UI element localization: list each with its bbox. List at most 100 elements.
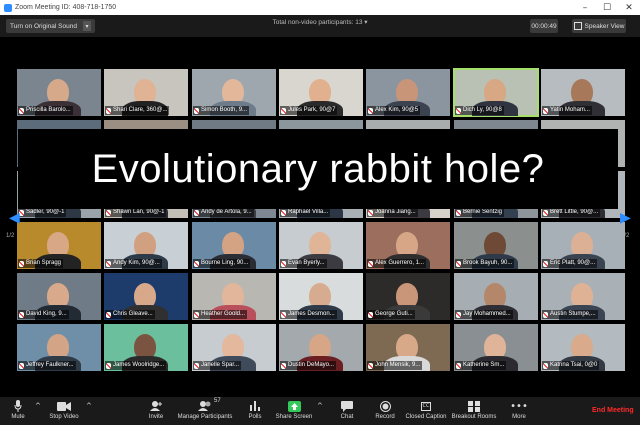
- maximize-button[interactable]: ☐: [596, 0, 618, 15]
- end-meeting-button[interactable]: End Meeting: [592, 407, 634, 414]
- record-icon: [379, 399, 391, 413]
- participant-name-text: Priscilla Barolo...: [26, 107, 71, 113]
- participant-name-text: Austin Stumpe,...: [550, 311, 596, 317]
- close-button[interactable]: ✕: [618, 0, 640, 15]
- participant-tile[interactable]: Austin Stumpe,...: [541, 273, 625, 320]
- more-dots-icon: •••: [510, 400, 528, 412]
- participant-tile[interactable]: David King, 9...: [17, 273, 101, 320]
- chat-bubble-icon: [341, 399, 353, 413]
- participant-name-label: David King, 9...: [18, 310, 69, 319]
- participant-tile[interactable]: Alex Guerrero, 1...: [366, 222, 450, 269]
- polls-button[interactable]: Polls: [246, 397, 264, 425]
- participant-tile[interactable]: John Mensik, 9...: [366, 324, 450, 371]
- participant-name-label: Andy Kim, 90@...: [105, 259, 162, 268]
- participant-tile[interactable]: Katrina Tsai, 0@0: [541, 324, 625, 371]
- muted-mic-icon: [456, 107, 461, 114]
- muted-mic-icon: [368, 260, 373, 267]
- chevron-down-icon: ▾: [364, 19, 368, 26]
- polls-label: Polls: [248, 414, 262, 420]
- participant-name-label: Bourne Ling, 90...: [193, 259, 251, 268]
- closed-caption-button[interactable]: CC Closed Caption: [404, 397, 448, 425]
- breakout-rooms-icon: [468, 399, 480, 413]
- muted-mic-icon: [106, 107, 111, 114]
- stop-video-button[interactable]: Stop Video: [45, 397, 83, 425]
- participant-name-text: Shawn Lan, 90@-1: [113, 209, 165, 215]
- participant-tile[interactable]: Janelle Spar...: [192, 324, 276, 371]
- participant-tile[interactable]: James Desmon...: [279, 273, 363, 320]
- video-options-caret-icon[interactable]: ^: [86, 402, 92, 410]
- previous-page-arrow-icon[interactable]: ◀: [9, 210, 20, 226]
- participant-name-label: James Desmon...: [280, 310, 337, 319]
- participant-tile[interactable]: Katherine Sm...: [454, 324, 538, 371]
- participant-name-label: George Guti...: [367, 310, 415, 319]
- participant-name-label: Shawn Lan, 90@-1: [105, 208, 167, 217]
- participant-name-label: Dich Ly, 90@8: [455, 106, 504, 115]
- invite-button[interactable]: Invite: [144, 397, 168, 425]
- window-titlebar: Zoom Meeting ID: 408-718-1750 – ☐ ✕: [0, 0, 640, 15]
- speaker-view-button[interactable]: Speaker View: [572, 19, 626, 33]
- meeting-toolbar: Mute ^ Stop Video ^ Invite Manage Partic…: [0, 397, 640, 425]
- participant-name-text: Yatin Moham...: [550, 107, 590, 113]
- share-options-caret-icon[interactable]: ^: [317, 402, 323, 410]
- participant-name-text: Raphael Villa...: [288, 209, 329, 215]
- participant-tile[interactable]: Eric Platt, 90@...: [541, 222, 625, 269]
- participant-name-label: John Mensik, 9...: [367, 361, 423, 370]
- share-screen-button[interactable]: Share Screen: [276, 397, 312, 425]
- microphone-icon: [14, 399, 22, 413]
- chat-button[interactable]: Chat: [338, 397, 356, 425]
- participant-tile[interactable]: George Guti...: [366, 273, 450, 320]
- participant-name-text: Jay Mohammed...: [463, 311, 511, 317]
- participant-tile[interactable]: Priscilla Barolo...: [17, 69, 101, 116]
- caption-overlay: Evolutionary rabbit hole?: [18, 129, 618, 209]
- manage-participants-button[interactable]: Manage Participants: [175, 397, 235, 425]
- participant-name-label: Katherine Sm...: [455, 361, 507, 370]
- participant-tile[interactable]: Jeffrey Faulkner...: [17, 324, 101, 371]
- minimize-button[interactable]: –: [574, 0, 596, 15]
- breakout-rooms-label: Breakout Rooms: [451, 414, 497, 420]
- participant-tile[interactable]: Yatin Moham...: [541, 69, 625, 116]
- participant-name-label: Alex Guerrero, 1...: [367, 259, 427, 268]
- page-indicator-left: 1/2: [6, 233, 15, 239]
- muted-mic-icon: [194, 209, 199, 216]
- mute-button[interactable]: Mute: [6, 397, 30, 425]
- participant-name-text: George Guti...: [375, 311, 413, 317]
- breakout-rooms-button[interactable]: Breakout Rooms: [452, 397, 496, 425]
- audio-options-caret-icon[interactable]: ^: [35, 402, 41, 410]
- next-page-arrow-icon[interactable]: ▶: [620, 210, 631, 226]
- participant-tile[interactable]: Andy Kim, 90@...: [104, 222, 188, 269]
- participant-name-text: James Desmon...: [288, 311, 335, 317]
- participant-name-text: James Woolridge...: [113, 362, 165, 368]
- participant-tile[interactable]: Jules Park, 90@7: [279, 69, 363, 116]
- record-button[interactable]: Record: [373, 397, 397, 425]
- participant-tile[interactable]: Jay Mohammed...: [454, 273, 538, 320]
- participant-name-label: James Woolridge...: [105, 361, 167, 370]
- participant-tile[interactable]: Dich Ly, 90@8: [453, 68, 539, 117]
- muted-mic-icon: [106, 311, 111, 318]
- muted-mic-icon: [281, 107, 286, 114]
- participant-tile[interactable]: Heather Goold...: [192, 273, 276, 320]
- participant-tile[interactable]: James Woolridge...: [104, 324, 188, 371]
- participant-tile[interactable]: Simon Booth, 9...: [192, 69, 276, 116]
- participant-tile[interactable]: Chris Gleave...: [104, 273, 188, 320]
- more-button[interactable]: ••• More: [510, 397, 528, 425]
- participant-name-text: Dustin DeMayo...: [288, 362, 335, 368]
- participant-tile[interactable]: Shari Clare, 360@...: [104, 69, 188, 116]
- muted-mic-icon: [368, 311, 373, 318]
- participant-tile[interactable]: Brook Bayuh, 90...: [454, 222, 538, 269]
- muted-mic-icon: [368, 107, 373, 114]
- chat-label: Chat: [340, 414, 354, 420]
- participant-name-label: Heather Goold...: [193, 310, 248, 319]
- participant-tile[interactable]: Dustin DeMayo...: [279, 324, 363, 371]
- participant-tile[interactable]: Bourne Ling, 90...: [192, 222, 276, 269]
- muted-mic-icon: [194, 311, 199, 318]
- participant-tile[interactable]: Evan Byerly...: [279, 222, 363, 269]
- participant-tile[interactable]: Brian Spragg: [17, 222, 101, 269]
- participant-name-text: Katherine Sm...: [463, 362, 505, 368]
- participant-name-text: Brook Bayuh, 90...: [463, 260, 513, 266]
- participant-name-text: Alex Guerrero, 1...: [375, 260, 425, 266]
- participant-tile[interactable]: Alex Kim, 90@5: [366, 69, 450, 116]
- participant-name-label: Brook Bayuh, 90...: [455, 259, 515, 268]
- muted-mic-icon: [19, 107, 24, 114]
- window-controls: – ☐ ✕: [574, 0, 640, 15]
- muted-mic-icon: [281, 260, 286, 267]
